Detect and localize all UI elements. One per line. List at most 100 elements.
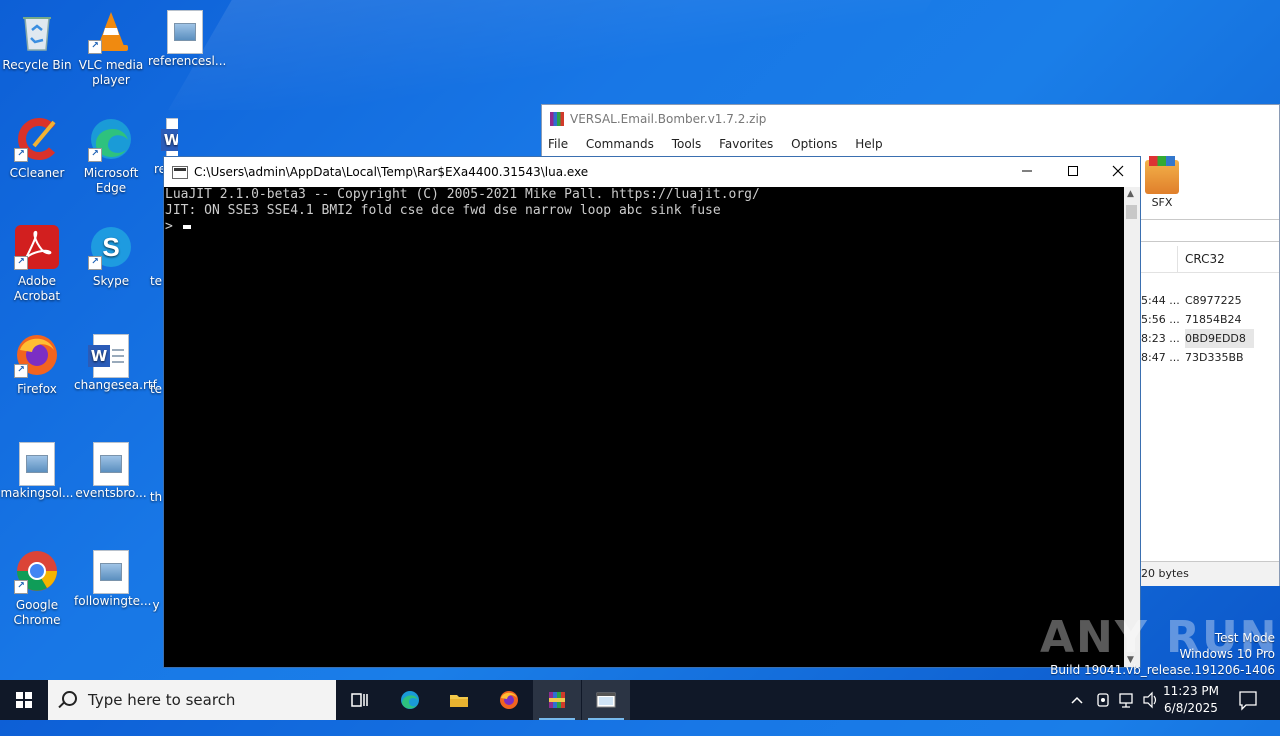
shortcut-arrow-icon: ↗	[88, 40, 102, 54]
winrar-menubar: File Commands Tools Favorites Options He…	[542, 133, 1279, 155]
menu-file[interactable]: File	[548, 137, 568, 151]
sfx-label: SFX	[1151, 196, 1173, 209]
menu-favorites[interactable]: Favorites	[719, 137, 773, 151]
winrar-title: VERSAL.Email.Bomber.v1.7.2.zip	[570, 112, 767, 126]
tray-overflow-chevron-icon[interactable]	[1070, 680, 1084, 720]
chrome-icon[interactable]: ↗ Google Chrome	[0, 548, 74, 628]
menu-help[interactable]: Help	[855, 137, 882, 151]
console-titlebar[interactable]: C:\Users\admin\AppData\Local\Temp\Rar$EX…	[164, 157, 1140, 187]
cell-crc: 73D335BB	[1185, 351, 1244, 364]
vlc-icon[interactable]: ↗ VLC media player	[74, 8, 148, 88]
tray-device-icon[interactable]	[1095, 680, 1111, 720]
icon-label: followingte...	[74, 594, 152, 608]
shortcut-arrow-icon: ↗	[14, 580, 28, 594]
file-te2-icon[interactable]: te	[148, 382, 164, 397]
text-cursor	[182, 224, 191, 229]
acrobat-logo-icon: ↗	[14, 224, 60, 270]
maximize-icon	[1068, 166, 1078, 176]
taskbar-edge[interactable]	[386, 680, 434, 720]
console-scrollbar[interactable]: ▲ ▼	[1124, 187, 1140, 667]
windows-logo-icon	[16, 692, 32, 708]
task-view-button[interactable]	[336, 680, 384, 720]
scroll-thumb[interactable]	[1126, 205, 1137, 219]
sfx-button[interactable]: SFX	[1140, 156, 1184, 209]
test-mode-notice: Test Mode Windows 10 Pro Build 19041.vb_…	[1050, 630, 1275, 678]
winrar-titlebar[interactable]: VERSAL.Email.Bomber.v1.7.2.zip	[542, 105, 1279, 133]
console-title: C:\Users\admin\AppData\Local\Temp\Rar$EX…	[194, 165, 589, 179]
icon-label: Recycle Bin	[2, 58, 72, 72]
table-row[interactable]: 8:23 ... 0BD9EDD8	[1141, 329, 1279, 348]
firefox-logo-icon: ↗	[14, 332, 60, 378]
task-view-icon	[351, 693, 368, 707]
test-mode-line: Build 19041.vb_release.191206-1406	[1050, 663, 1275, 677]
desktop-light-beam	[168, 0, 932, 110]
search-placeholder: Type here to search	[88, 691, 236, 709]
skype-logo-icon: S ↗	[88, 224, 134, 270]
menu-commands[interactable]: Commands	[586, 137, 654, 151]
edge-icon[interactable]: ↗ Microsoft Edge	[74, 116, 148, 196]
file-y-icon[interactable]: y	[148, 598, 164, 613]
cell-modified: 8:47 ...	[1141, 351, 1180, 364]
taskbar-firefox[interactable]	[485, 680, 533, 720]
console-line: JIT: ON SSE3 SSE4.1 BMI2 fold cse dce fw…	[165, 203, 721, 218]
column-divider[interactable]	[1177, 246, 1178, 272]
cell-modified: 5:44 ...	[1141, 294, 1180, 307]
taskbar-winrar[interactable]	[533, 680, 581, 720]
close-button[interactable]	[1095, 157, 1141, 187]
scroll-up-icon[interactable]: ▲	[1127, 189, 1134, 199]
folder-icon	[450, 695, 468, 707]
shortcut-arrow-icon: ↗	[14, 148, 28, 162]
start-button[interactable]	[0, 680, 48, 720]
winrar-logo-icon	[549, 692, 565, 708]
file-te-icon[interactable]: te	[148, 274, 164, 289]
table-row[interactable]: 8:47 ... 73D335BB	[1141, 348, 1279, 367]
table-row[interactable]: 5:44 ... C8977225	[1141, 291, 1279, 310]
icon-label: Adobe Acrobat	[13, 274, 61, 303]
minimize-button[interactable]	[1004, 157, 1050, 187]
ccleaner-logo-icon: ↗	[14, 116, 60, 162]
divider	[1141, 219, 1279, 220]
console-output[interactable]: LuaJIT 2.1.0-beta3 -- Copyright (C) 2005…	[164, 187, 1124, 667]
taskbar: Type here to search 11:23 PM 6/8/2025	[0, 680, 1280, 720]
console-prompt: >	[165, 219, 173, 234]
taskbar-file-explorer[interactable]	[435, 680, 483, 720]
clock-date: 6/8/2025	[1164, 701, 1218, 715]
recycle-bin-icon[interactable]: Recycle Bin	[0, 8, 74, 73]
cell-crc: 71854B24	[1185, 313, 1242, 326]
system-clock[interactable]: 11:23 PM 6/8/2025	[1160, 683, 1222, 717]
firefox-icon[interactable]: ↗ Firefox	[0, 332, 74, 397]
icon-label: Google Chrome	[13, 598, 61, 627]
file-referencesl-icon[interactable]: referencesl...	[148, 8, 226, 69]
trash-icon	[14, 8, 60, 54]
edge-logo-icon: ↗	[88, 116, 134, 162]
shortcut-arrow-icon: ↗	[14, 364, 28, 378]
column-header-crc32[interactable]: CRC32	[1185, 252, 1225, 266]
search-box[interactable]: Type here to search	[48, 680, 336, 720]
menu-tools[interactable]: Tools	[672, 137, 702, 151]
menu-options[interactable]: Options	[791, 137, 837, 151]
volume-icon[interactable]	[1142, 680, 1160, 720]
column-header-row: CRC32	[1141, 246, 1279, 273]
close-icon	[1112, 165, 1124, 177]
file-th-icon[interactable]: th	[148, 490, 164, 505]
clock-time: 11:23 PM	[1163, 684, 1219, 698]
maximize-button[interactable]	[1050, 157, 1096, 187]
ccleaner-icon[interactable]: ↗ CCleaner	[0, 116, 74, 181]
network-icon[interactable]	[1118, 680, 1136, 720]
console-window[interactable]: C:\Users\admin\AppData\Local\Temp\Rar$EX…	[163, 156, 1141, 668]
skype-icon[interactable]: S ↗ Skype	[74, 224, 148, 289]
file-changesea-icon[interactable]: W changesea.rtf	[74, 332, 157, 393]
notification-icon[interactable]	[1238, 680, 1258, 720]
table-row[interactable]: 5:56 ... 71854B24	[1141, 310, 1279, 329]
console-app-icon	[172, 166, 188, 179]
file-makingsol-icon[interactable]: makingsol...	[0, 440, 74, 501]
file-followingte-icon[interactable]: followingte...	[74, 548, 152, 609]
taskbar-console[interactable]	[582, 680, 630, 720]
status-text: 20 bytes	[1141, 567, 1189, 580]
file-eventsbro-icon[interactable]: eventsbro...	[74, 440, 148, 501]
firefox-logo-icon	[500, 691, 518, 709]
icon-label: th	[149, 490, 163, 504]
shortcut-arrow-icon: ↗	[88, 256, 102, 270]
acrobat-icon[interactable]: ↗ Adobe Acrobat	[0, 224, 74, 304]
image-file-icon	[93, 442, 129, 486]
